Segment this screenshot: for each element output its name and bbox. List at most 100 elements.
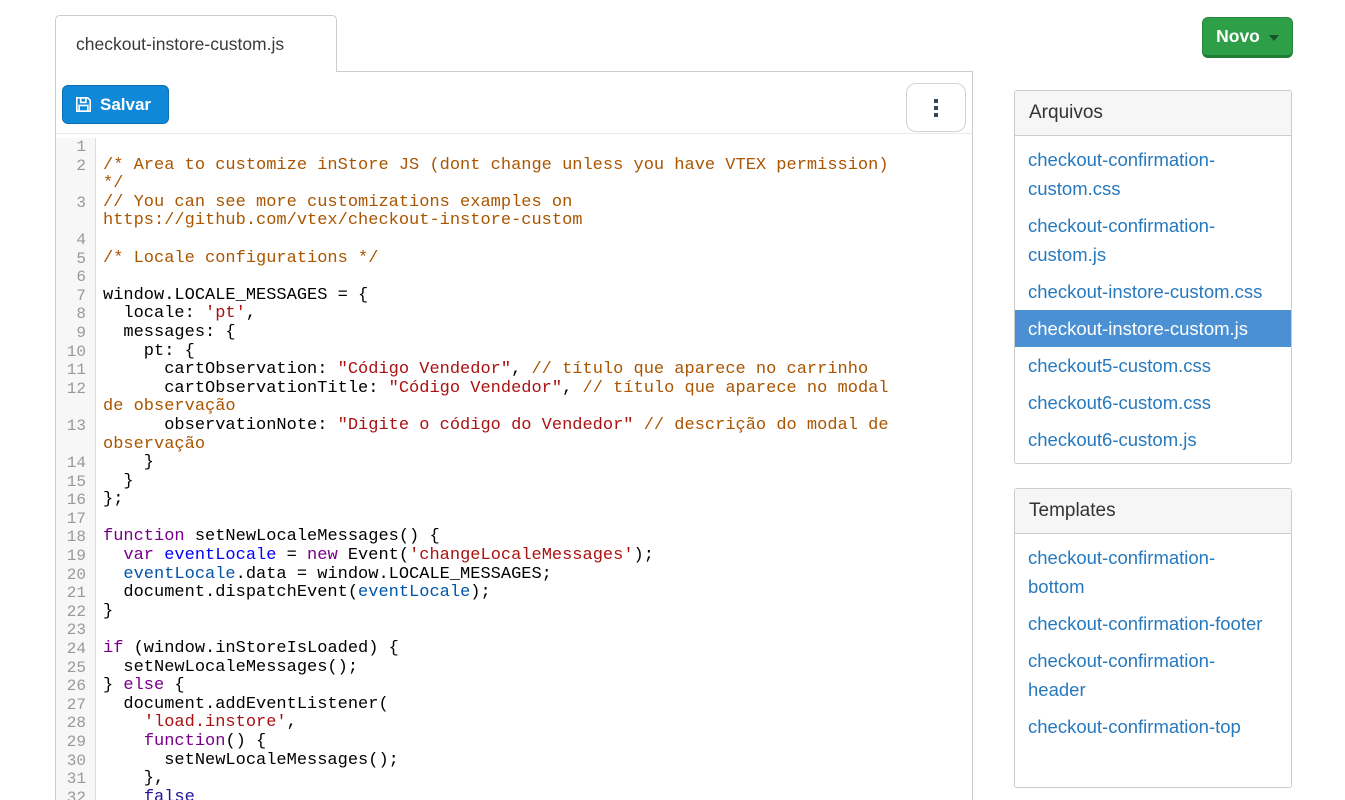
code-line[interactable]: observação xyxy=(96,436,972,455)
file-link[interactable]: checkout5-custom.css xyxy=(1015,347,1291,384)
code-token-def: eventLocale xyxy=(164,546,276,565)
file-link[interactable]: checkout-instore-custom.css xyxy=(1015,273,1291,310)
code-line[interactable]: } xyxy=(96,603,972,622)
code-line[interactable]: } else { xyxy=(96,677,972,696)
editor-row: 31 }, xyxy=(56,770,972,789)
editor-row: 9 messages: { xyxy=(56,324,972,343)
code-line[interactable]: /* Area to customize inStore JS (dont ch… xyxy=(96,157,972,176)
template-link[interactable]: checkout-confirmation-footer xyxy=(1015,605,1291,642)
editor-panel: Salvar 12/* Area to customize inStore JS… xyxy=(55,71,973,800)
code-line[interactable]: setNewLocaleMessages(); xyxy=(96,752,972,771)
editor-row: */ xyxy=(56,175,972,194)
code-line[interactable]: window.LOCALE_MESSAGES = { xyxy=(96,287,972,306)
line-number: 30 xyxy=(56,752,96,771)
line-number: 14 xyxy=(56,454,96,473)
code-line[interactable] xyxy=(96,621,972,640)
code-line[interactable]: document.addEventListener( xyxy=(96,696,972,715)
editor-row: 24if (window.inStoreIsLoaded) { xyxy=(56,640,972,659)
code-editor[interactable]: 12/* Area to customize inStore JS (dont … xyxy=(56,135,972,800)
code-line[interactable]: var eventLocale = new Event('changeLocal… xyxy=(96,547,972,566)
code-token-comment: https://github.com/vtex/checkout-instore… xyxy=(103,211,582,230)
code-line[interactable]: eventLocale.data = window.LOCALE_MESSAGE… xyxy=(96,566,972,585)
code-line[interactable]: function setNewLocaleMessages() { xyxy=(96,528,972,547)
code-token-comment: // descrição do modal de xyxy=(644,416,889,435)
file-link[interactable]: checkout-confirmation-custom.css xyxy=(1015,141,1291,207)
editor-row: 18function setNewLocaleMessages() { xyxy=(56,528,972,547)
code-line[interactable]: if (window.inStoreIsLoaded) { xyxy=(96,640,972,659)
code-line[interactable]: // You can see more customizations examp… xyxy=(96,194,972,213)
file-link[interactable]: checkout6-custom.css xyxy=(1015,384,1291,421)
code-token-keyword: else xyxy=(123,676,164,695)
line-number: 1 xyxy=(56,138,96,157)
editor-row: 30 setNewLocaleMessages(); xyxy=(56,752,972,771)
editor-row: 22} xyxy=(56,603,972,622)
code-line[interactable] xyxy=(96,510,972,529)
code-token-comment: // título que aparece no modal xyxy=(583,379,889,398)
editor-row: https://github.com/vtex/checkout-instore… xyxy=(56,212,972,231)
editor-row: 17 xyxy=(56,510,972,529)
code-line[interactable]: }, xyxy=(96,770,972,789)
kebab-menu-button[interactable] xyxy=(906,83,966,132)
code-line[interactable]: pt: { xyxy=(96,343,972,362)
code-line[interactable]: false xyxy=(96,789,972,800)
new-file-button[interactable]: Novo xyxy=(1202,17,1293,58)
code-token-string: "Código Vendedor" xyxy=(389,379,562,398)
code-line[interactable]: locale: 'pt', xyxy=(96,305,972,324)
code-line[interactable]: /* Locale configurations */ xyxy=(96,250,972,269)
code-token-plain: cartObservationTitle: xyxy=(103,379,389,398)
code-line[interactable]: }; xyxy=(96,491,972,510)
code-token-plain: setNewLocaleMessages(); xyxy=(103,658,358,677)
editor-row: 19 var eventLocale = new Event('changeLo… xyxy=(56,547,972,566)
line-number: 25 xyxy=(56,659,96,678)
editor-row: 32 false xyxy=(56,789,972,800)
code-line[interactable]: } xyxy=(96,473,972,492)
code-token-keyword: function xyxy=(103,527,185,546)
code-line[interactable] xyxy=(96,138,972,157)
code-token-keyword: new xyxy=(307,546,338,565)
code-line[interactable]: https://github.com/vtex/checkout-instore… xyxy=(96,212,972,231)
editor-row: 7window.LOCALE_MESSAGES = { xyxy=(56,287,972,306)
editor-row: observação xyxy=(56,436,972,455)
code-token-plain: .data = window.LOCALE_MESSAGES; xyxy=(236,565,552,584)
code-token-plain: (window.inStoreIsLoaded) { xyxy=(123,639,398,658)
file-tab[interactable]: checkout-instore-custom.js xyxy=(55,15,337,72)
code-token-variable: eventLocale xyxy=(123,565,235,584)
code-token-plain: setNewLocaleMessages() { xyxy=(185,527,440,546)
template-link[interactable]: checkout-confirmation-header xyxy=(1015,642,1291,708)
line-number: 23 xyxy=(56,621,96,640)
code-line[interactable]: */ xyxy=(96,175,972,194)
code-token-comment: /* Area to customize inStore JS (dont ch… xyxy=(103,156,889,175)
file-link[interactable]: checkout6-custom.js xyxy=(1015,421,1291,458)
code-token-plain: } xyxy=(103,453,154,472)
code-line[interactable]: cartObservationTitle: "Código Vendedor",… xyxy=(96,380,972,399)
save-button-label: Salvar xyxy=(100,95,151,115)
file-link[interactable]: checkout-instore-custom.js xyxy=(1015,310,1291,347)
code-line[interactable]: cartObservation: "Código Vendedor", // t… xyxy=(96,361,972,380)
code-line[interactable]: de observação xyxy=(96,398,972,417)
editor-row: 25 setNewLocaleMessages(); xyxy=(56,659,972,678)
code-line[interactable]: setNewLocaleMessages(); xyxy=(96,659,972,678)
code-line[interactable]: 'load.instore', xyxy=(96,714,972,733)
code-token-plain xyxy=(103,546,123,565)
editor-row: 8 locale: 'pt', xyxy=(56,305,972,324)
code-line[interactable]: observationNote: "Digite o código do Ven… xyxy=(96,417,972,436)
code-line[interactable]: document.dispatchEvent(eventLocale); xyxy=(96,584,972,603)
code-token-comment: // título que aparece no carrinho xyxy=(531,360,868,379)
code-line[interactable]: } xyxy=(96,454,972,473)
line-number: 5 xyxy=(56,250,96,269)
code-line[interactable] xyxy=(96,268,972,287)
code-line[interactable] xyxy=(96,231,972,250)
file-link[interactable]: checkout-confirmation-custom.js xyxy=(1015,207,1291,273)
code-token-plain: locale: xyxy=(103,304,205,323)
save-button[interactable]: Salvar xyxy=(62,85,169,124)
code-token-plain: }, xyxy=(103,769,164,788)
editor-row: 23 xyxy=(56,621,972,640)
editor-row: 6 xyxy=(56,268,972,287)
editor-row: 12 cartObservationTitle: "Código Vendedo… xyxy=(56,380,972,399)
template-link[interactable]: checkout-confirmation-bottom xyxy=(1015,539,1291,605)
code-line[interactable]: function() { xyxy=(96,733,972,752)
template-link[interactable]: checkout-confirmation-top xyxy=(1015,708,1291,745)
code-token-plain: messages: { xyxy=(103,323,236,342)
code-line[interactable]: messages: { xyxy=(96,324,972,343)
code-token-comment: /* Locale configurations */ xyxy=(103,249,378,268)
